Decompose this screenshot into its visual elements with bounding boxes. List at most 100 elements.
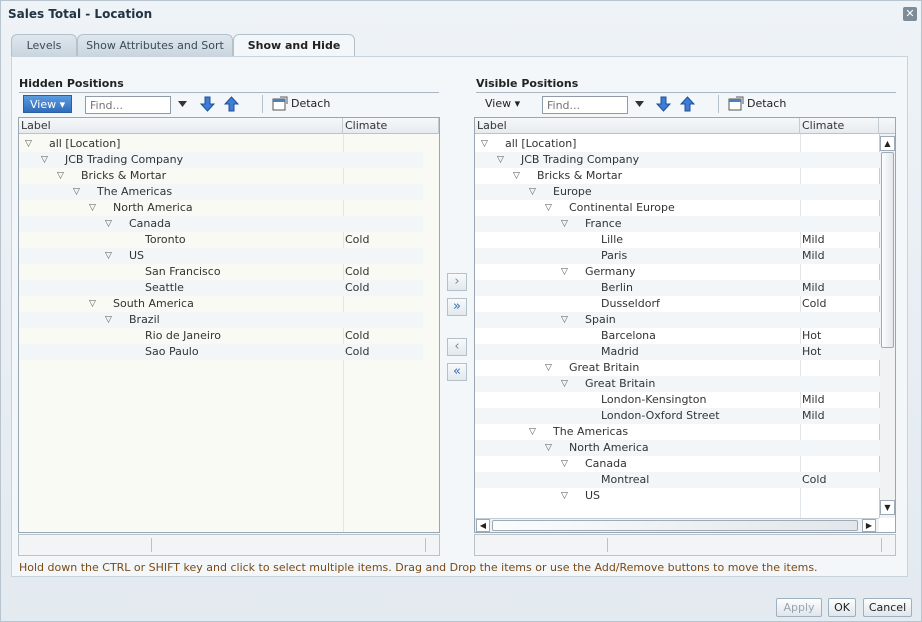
detach-icon[interactable] bbox=[728, 96, 744, 111]
column-header-label[interactable]: Label bbox=[475, 118, 800, 134]
vertical-scrollbar[interactable]: ▲ ▼ bbox=[879, 134, 895, 518]
tree-row[interactable]: ▽ JCB Trading Company bbox=[19, 152, 423, 168]
tree-row[interactable]: San Francisco Cold bbox=[19, 264, 423, 280]
tree-row[interactable]: Barcelona Hot bbox=[475, 328, 880, 344]
expand-toggle-icon[interactable]: ▽ bbox=[529, 184, 536, 200]
tree-row[interactable]: Paris Mild bbox=[475, 248, 880, 264]
tree-row[interactable]: ▽ all [Location] bbox=[19, 136, 423, 152]
detach-icon[interactable] bbox=[272, 96, 288, 111]
expand-toggle-icon[interactable]: ▽ bbox=[561, 456, 568, 472]
move-up-icon[interactable] bbox=[680, 96, 695, 112]
column-header-label[interactable]: Label bbox=[19, 118, 343, 134]
hidden-find-input[interactable] bbox=[85, 96, 171, 114]
expand-toggle-icon[interactable]: ▽ bbox=[25, 136, 32, 152]
expand-toggle-icon[interactable]: ▽ bbox=[57, 168, 64, 184]
tree-row[interactable]: ▽ The Americas bbox=[19, 184, 423, 200]
horizontal-scrollbar[interactable]: ◀ ▶ bbox=[475, 518, 879, 532]
remove-button[interactable]: ‹ bbox=[447, 338, 467, 356]
move-down-icon[interactable] bbox=[200, 96, 215, 112]
tree-row[interactable]: Dusseldorf Cold bbox=[475, 296, 880, 312]
remove-all-button[interactable]: « bbox=[447, 363, 467, 381]
tree-row[interactable]: ▽ North America bbox=[475, 440, 880, 456]
expand-toggle-icon[interactable]: ▽ bbox=[561, 312, 568, 328]
expand-toggle-icon[interactable]: ▽ bbox=[561, 376, 568, 392]
column-header-climate[interactable]: Climate bbox=[343, 118, 439, 134]
move-up-icon[interactable] bbox=[224, 96, 239, 112]
expand-toggle-icon[interactable]: ▽ bbox=[481, 136, 488, 152]
hidden-view-button[interactable]: View ▾ bbox=[23, 95, 73, 113]
tree-row[interactable]: ▽ Germany bbox=[475, 264, 880, 280]
column-header-climate[interactable]: Climate bbox=[800, 118, 879, 134]
expand-toggle-icon[interactable]: ▽ bbox=[545, 360, 552, 376]
tree-row[interactable]: London-Kensington Mild bbox=[475, 392, 880, 408]
expand-toggle-icon[interactable]: ▽ bbox=[73, 184, 80, 200]
expand-toggle-icon[interactable]: ▽ bbox=[545, 200, 552, 216]
ok-button[interactable]: OK bbox=[828, 598, 856, 617]
expand-toggle-icon[interactable]: ▽ bbox=[561, 264, 568, 280]
tree-row[interactable]: ▽ JCB Trading Company bbox=[475, 152, 880, 168]
expand-toggle-icon[interactable]: ▽ bbox=[105, 312, 112, 328]
find-dropdown-icon[interactable] bbox=[635, 101, 644, 107]
hidden-detach-button[interactable]: Detach bbox=[291, 95, 330, 113]
tree-row[interactable]: ▽ South America bbox=[19, 296, 423, 312]
expand-toggle-icon[interactable]: ▽ bbox=[545, 440, 552, 456]
scroll-left-icon[interactable]: ◀ bbox=[476, 519, 490, 532]
expand-toggle-icon[interactable]: ▽ bbox=[89, 200, 96, 216]
tree-row[interactable]: Madrid Hot bbox=[475, 344, 880, 360]
visible-positions-table[interactable]: Label Climate ▲ ▼ ◀ ▶ ▽ all [Location] ▽ JC… bbox=[474, 117, 896, 533]
tree-row[interactable]: ▽ The Americas bbox=[475, 424, 880, 440]
apply-button[interactable]: Apply bbox=[776, 598, 822, 617]
hidden-positions-table[interactable]: Label Climate ▽ all [Location] ▽ JCB Tradin… bbox=[18, 117, 440, 533]
cancel-button[interactable]: Cancel bbox=[863, 598, 912, 617]
visible-detach-button[interactable]: Detach bbox=[747, 95, 786, 113]
tree-row[interactable]: ▽ Great Britain bbox=[475, 376, 880, 392]
tree-row[interactable]: Seattle Cold bbox=[19, 280, 423, 296]
tree-row[interactable]: Toronto Cold bbox=[19, 232, 423, 248]
tree-row[interactable]: ▽ Canada bbox=[475, 456, 880, 472]
tab-show-attributes-and-sort[interactable]: Show Attributes and Sort bbox=[77, 34, 233, 56]
tree-row[interactable]: ▽ US bbox=[19, 248, 423, 264]
expand-toggle-icon[interactable]: ▽ bbox=[561, 216, 568, 232]
scroll-thumb[interactable] bbox=[492, 520, 858, 531]
expand-toggle-icon[interactable]: ▽ bbox=[89, 296, 96, 312]
tree-row[interactable]: ▽ Europe bbox=[475, 184, 880, 200]
tree-row[interactable]: ▽ all [Location] bbox=[475, 136, 880, 152]
tree-row[interactable]: ▽ Bricks & Mortar bbox=[19, 168, 423, 184]
tree-row[interactable]: ▽ Great Britain bbox=[475, 360, 880, 376]
tree-row[interactable]: ▽ North America bbox=[19, 200, 423, 216]
row-label: Spain bbox=[585, 313, 616, 326]
tree-row[interactable]: Rio de Janeiro Cold bbox=[19, 328, 423, 344]
add-button[interactable]: › bbox=[447, 273, 467, 291]
find-dropdown-icon[interactable] bbox=[178, 101, 187, 107]
tree-row[interactable]: London-Oxford Street Mild bbox=[475, 408, 880, 424]
tree-row[interactable]: ▽ Continental Europe bbox=[475, 200, 880, 216]
tab-levels[interactable]: Levels bbox=[11, 34, 77, 56]
visible-find-input[interactable] bbox=[542, 96, 628, 114]
scroll-right-icon[interactable]: ▶ bbox=[862, 519, 876, 532]
expand-toggle-icon[interactable]: ▽ bbox=[513, 168, 520, 184]
expand-toggle-icon[interactable]: ▽ bbox=[529, 424, 536, 440]
tab-show-and-hide[interactable]: Show and Hide bbox=[233, 34, 355, 57]
expand-toggle-icon[interactable]: ▽ bbox=[497, 152, 504, 168]
tree-row[interactable]: ▽ France bbox=[475, 216, 880, 232]
scroll-up-icon[interactable]: ▲ bbox=[880, 136, 895, 151]
tree-row[interactable]: ▽ Canada bbox=[19, 216, 423, 232]
scroll-down-icon[interactable]: ▼ bbox=[880, 500, 895, 515]
expand-toggle-icon[interactable]: ▽ bbox=[561, 488, 568, 504]
tree-row[interactable]: ▽ US bbox=[475, 488, 880, 504]
tree-row[interactable]: ▽ Spain bbox=[475, 312, 880, 328]
close-icon[interactable]: ✕ bbox=[903, 7, 917, 21]
tree-row[interactable]: Montreal Cold bbox=[475, 472, 880, 488]
move-down-icon[interactable] bbox=[656, 96, 671, 112]
add-all-button[interactable]: » bbox=[447, 298, 467, 316]
tree-row[interactable]: ▽ Bricks & Mortar bbox=[475, 168, 880, 184]
scroll-thumb[interactable] bbox=[881, 152, 894, 348]
expand-toggle-icon[interactable]: ▽ bbox=[105, 216, 112, 232]
visible-view-button[interactable]: View ▾ bbox=[479, 95, 526, 113]
tree-row[interactable]: ▽ Brazil bbox=[19, 312, 423, 328]
tree-row[interactable]: Lille Mild bbox=[475, 232, 880, 248]
expand-toggle-icon[interactable]: ▽ bbox=[105, 248, 112, 264]
tree-row[interactable]: Berlin Mild bbox=[475, 280, 880, 296]
tree-row[interactable]: Sao Paulo Cold bbox=[19, 344, 423, 360]
expand-toggle-icon[interactable]: ▽ bbox=[41, 152, 48, 168]
